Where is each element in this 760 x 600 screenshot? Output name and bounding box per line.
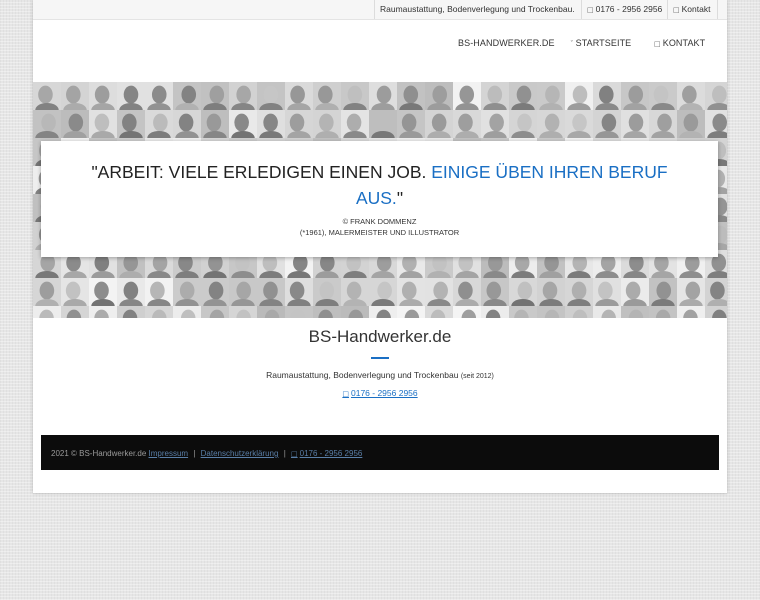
page-container: Raumaustattung, Bodenverlegung und Trock…	[33, 0, 727, 493]
topbar-contact-link[interactable]: □ Kontakt	[667, 0, 718, 19]
footer-copyright: 2021 © BS-Handwerker.de	[51, 449, 147, 458]
footer-phone-link[interactable]: □ 0176 - 2956 2956	[291, 449, 362, 458]
brand-subtitle-text: Raumaustattung, Bodenverlegung und Trock…	[266, 370, 459, 380]
brand-phone-link[interactable]: □ 0176 - 2956 2956	[33, 388, 727, 398]
footer-separator: |	[193, 449, 196, 458]
topbar-contact-label: Kontakt	[681, 4, 711, 14]
topbar-slogan: Raumaustattung, Bodenverlegung und Trock…	[374, 0, 581, 19]
quote-text-end: "	[396, 188, 404, 208]
topbar-phone-label: 0176 - 2956 2956	[595, 4, 663, 14]
nav-startseite[interactable]: ˇ STARTSEITE	[570, 38, 631, 48]
nav-kontakt-label: KONTAKT	[662, 38, 706, 48]
footer-impressum-link[interactable]: Impressum	[149, 449, 189, 458]
footer-separator: |	[283, 449, 286, 458]
top-bar: Raumaustattung, Bodenverlegung und Trock…	[33, 0, 727, 20]
home-icon: ˇ	[570, 40, 574, 48]
brand-title: BS-Handwerker.de	[308, 327, 452, 346]
nav-kontakt[interactable]: □ KONTAKT	[654, 38, 705, 48]
footer-datenschutz-link[interactable]: Datenschutzerklärung	[201, 449, 279, 458]
hero-portrait-mosaic: "ARBEIT: VIELE ERLEDIGEN EINEN JOB. EINI…	[33, 82, 727, 318]
phone-icon: □	[587, 6, 594, 14]
quote-text: "ARBEIT: VIELE ERLEDIGEN EINEN JOB. EINI…	[81, 159, 678, 211]
footer-phone-label: 0176 - 2956 2956	[299, 449, 363, 458]
brand-since: (seit 2012)	[460, 373, 494, 380]
phone-icon: □	[291, 450, 298, 458]
footer: 2021 © BS-Handwerker.de Impressum | Date…	[41, 435, 719, 470]
nav-brand-link[interactable]: BS-HANDWERKER.DE	[458, 38, 555, 48]
quote-box: "ARBEIT: VIELE ERLEDIGEN EINEN JOB. EINI…	[41, 141, 718, 257]
brand-subtitle: Raumaustattung, Bodenverlegung und Trock…	[33, 370, 727, 380]
topbar-phone-link[interactable]: □ 0176 - 2956 2956	[581, 0, 667, 19]
quote-author: © FRANK DOMMENZ (*1961), MALERMEISTER UN…	[41, 216, 718, 238]
footer-line: 2021 © BS-Handwerker.de Impressum | Date…	[51, 449, 362, 458]
phone-icon: □	[342, 390, 349, 398]
quote-author-name: © FRANK DOMMENZ	[342, 217, 417, 226]
brand-phone-label: 0176 - 2956 2956	[350, 388, 418, 398]
quote-author-desc: (*1961), MALERMEISTER UND ILLUSTRATOR	[299, 228, 460, 237]
quote-text-black: "ARBEIT: VIELE ERLEDIGEN EINEN JOB.	[91, 162, 427, 182]
envelope-icon: □	[673, 6, 680, 14]
envelope-icon: □	[654, 40, 661, 48]
brand-divider	[371, 357, 389, 359]
nav-startseite-label: STARTSEITE	[575, 38, 632, 48]
